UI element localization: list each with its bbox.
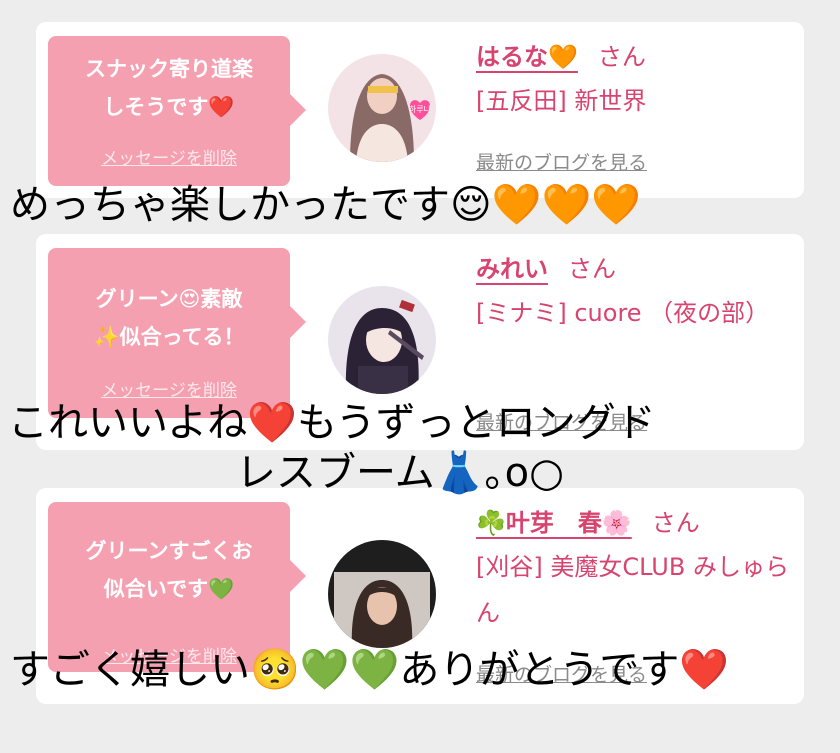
message-text: スナック寄り道楽 しそうです❤️: [85, 57, 253, 119]
latest-blog-link[interactable]: 最新のブログを見る: [476, 148, 647, 175]
sender-info: はるな🧡 さん [五反田] 新世界: [476, 38, 790, 124]
avatar[interactable]: 하루나: [328, 54, 436, 162]
sender-info: みれい さん [ミナミ] cuore （夜の部）: [476, 250, 790, 336]
message-bubble: スナック寄り道楽 しそうです❤️ メッセージを削除: [48, 36, 306, 186]
shop-name: [五反田] 新世界: [476, 87, 647, 115]
sender-info: ☘️叶芽 春🌸 さん [刈谷] 美魔女CLUB みしゅらん: [476, 504, 790, 636]
message-text: グリーン😍素敵 ✨似合ってる！: [93, 287, 245, 349]
shop-name: [ミナミ] cuore （夜の部）: [476, 299, 770, 327]
honorific: さん: [568, 255, 616, 283]
shop-name: [刈谷] 美魔女CLUB みしゅらん: [476, 553, 789, 627]
avatar-badge-text: 하루나: [409, 104, 432, 114]
honorific: さん: [597, 43, 646, 71]
avatar[interactable]: [328, 286, 436, 394]
avatar-photo: 하루나: [328, 54, 436, 162]
sender-name-link[interactable]: ☘️叶芽 春🌸: [476, 509, 632, 537]
avatar[interactable]: [328, 540, 436, 648]
sender-name-link[interactable]: みれい: [476, 255, 548, 283]
overlay-caption-3: レスブーム👗｡o○: [236, 450, 564, 496]
honorific: さん: [651, 509, 700, 537]
overlay-caption-1: めっちゃ楽しかったです😌🧡🧡🧡: [10, 182, 642, 228]
sender-name-link[interactable]: はるな🧡: [476, 43, 578, 71]
delete-message-link[interactable]: メッセージを削除: [48, 144, 290, 169]
avatar-photo: [328, 286, 436, 394]
avatar-photo: [328, 540, 436, 648]
message-text: グリーンすごくお 似合いです💚: [85, 539, 253, 601]
overlay-caption-4: すごく嬉しい🥺💚💚ありがとうです❤️: [10, 647, 730, 693]
